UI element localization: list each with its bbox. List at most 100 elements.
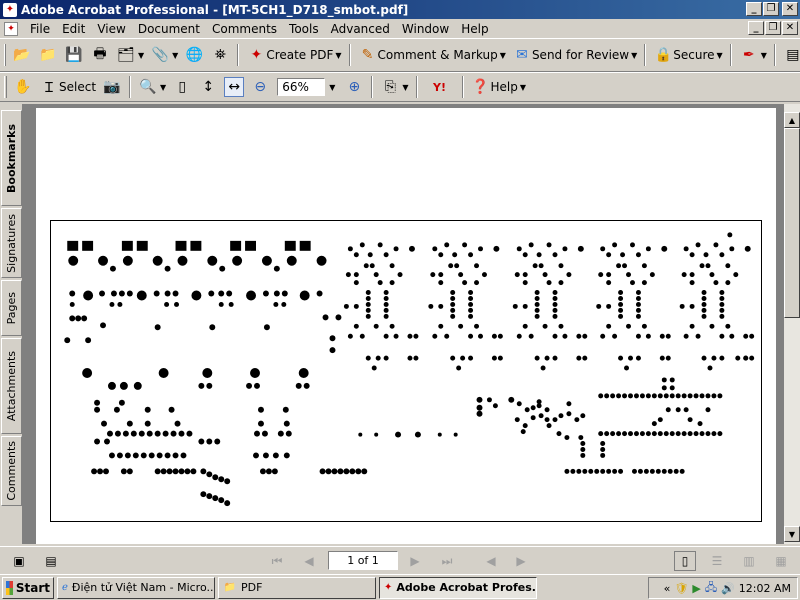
send-review-label: Send for Review: [531, 48, 630, 62]
toolbar-grip[interactable]: [4, 76, 7, 98]
tab-signatures[interactable]: Signatures: [1, 208, 22, 278]
scroll-up-icon[interactable]: ▲: [784, 112, 800, 128]
menu-view[interactable]: View: [91, 22, 131, 36]
comment-markup-label: Comment & Markup: [377, 48, 498, 62]
page-number-field[interactable]: 1 of 1: [328, 551, 398, 570]
actual-size-icon: ▯: [178, 79, 187, 95]
fit-page-button[interactable]: ↕: [195, 74, 221, 100]
secure-button[interactable]: 🔒 Secure ▼: [650, 42, 725, 68]
snapshot-tool-button[interactable]: 📷: [99, 74, 125, 100]
task-ie-window[interactable]: ℯ Điện tử Việt Nam - Micro...: [57, 576, 215, 599]
tasks-button[interactable]: 🗂 ▼: [113, 42, 147, 68]
actual-size-button[interactable]: ▯: [169, 74, 195, 100]
organizer-button[interactable]: 📁: [35, 42, 61, 68]
scrollbar-thumb[interactable]: [784, 128, 800, 318]
previous-view-icon[interactable]: ◀: [480, 551, 502, 571]
task-pdf-folder[interactable]: 📁 PDF: [218, 576, 376, 599]
hand-tool-button[interactable]: ✋: [10, 74, 36, 100]
close-button[interactable]: ✕: [782, 2, 798, 16]
text-cursor-icon: Ɪ: [45, 79, 53, 96]
menu-advanced[interactable]: Advanced: [325, 22, 396, 36]
zoom-input[interactable]: 66%: [277, 78, 326, 96]
print-button[interactable]: 🖶: [87, 42, 113, 68]
task-label: Điện tử Việt Nam - Micro...: [71, 581, 215, 594]
doc-close-button[interactable]: ✕: [782, 21, 798, 35]
tab-pages[interactable]: Pages: [1, 280, 22, 336]
first-page-icon[interactable]: ⏮: [266, 551, 288, 571]
doc-minimize-button[interactable]: _: [748, 21, 764, 35]
single-page-layout-icon[interactable]: ▯: [674, 551, 696, 571]
continuous-facing-layout-icon[interactable]: ▦: [770, 551, 792, 571]
facing-layout-icon[interactable]: ▥: [738, 551, 760, 571]
acrobat-app-icon[interactable]: ✦: [3, 2, 17, 17]
zoom-out-button[interactable]: ⊖: [247, 74, 273, 100]
basic-toolbar: ✋ Ɪ Select 📷 🔍 ▼ ▯ ↕ ↔ ⊖ 66% ▼ ⊕ ⎘ ▼ Y! …: [0, 72, 800, 102]
next-page-icon[interactable]: ▶: [404, 551, 426, 571]
attach-button[interactable]: 📎 ▼: [147, 42, 181, 68]
menu-comments[interactable]: Comments: [206, 22, 283, 36]
yahoo-search-button[interactable]: Y!: [422, 74, 458, 100]
shield-icon[interactable]: 🛡: [674, 582, 688, 595]
menu-help[interactable]: Help: [455, 22, 494, 36]
chevron-down-icon: ▼: [760, 50, 767, 60]
document-icon[interactable]: ✦: [4, 21, 18, 36]
help-button[interactable]: ❓ Help ▼: [468, 74, 530, 100]
select-tool-button[interactable]: Ɪ Select: [36, 74, 99, 100]
task-acrobat[interactable]: ✦ Adobe Acrobat Profes...: [379, 576, 537, 599]
continuous-layout-icon[interactable]: ☰: [706, 551, 728, 571]
save-button[interactable]: 💾: [61, 42, 87, 68]
zoom-in-icon: ⊕: [348, 79, 361, 95]
fit-width-button[interactable]: ↔: [221, 74, 247, 100]
rotate-pages-icon: ⎘: [384, 79, 396, 95]
chevron-down-icon: ▼: [402, 82, 409, 92]
pane-toggle-icon[interactable]: ▣: [8, 551, 30, 571]
title-bar: ✦ Adobe Acrobat Professional - [MT-5CH1_…: [0, 0, 800, 19]
tab-comments[interactable]: Comments: [1, 436, 22, 506]
restore-button[interactable]: ❐: [763, 2, 779, 16]
toolbar-grip[interactable]: [4, 44, 6, 66]
doc-restore-button[interactable]: ❐: [765, 21, 781, 35]
toolbar-separator: [729, 44, 732, 66]
search-button[interactable]: ⛯: [207, 42, 233, 68]
chevron-down-icon: ▼: [335, 50, 342, 60]
network-icon[interactable]: 🖧: [705, 579, 717, 598]
secure-label: Secure: [673, 48, 715, 62]
rotate-button[interactable]: ⎘ ▼: [377, 74, 411, 100]
toolbar-separator: [371, 76, 374, 98]
menu-file[interactable]: File: [24, 22, 56, 36]
create-pdf-label: Create PDF: [266, 48, 334, 62]
tab-bookmarks[interactable]: Bookmarks: [1, 110, 22, 206]
page-size-icon[interactable]: ▤: [40, 551, 62, 571]
zoom-tool-button[interactable]: 🔍 ▼: [135, 74, 169, 100]
tab-attachments[interactable]: Attachments: [1, 338, 22, 434]
menu-window[interactable]: Window: [396, 22, 455, 36]
last-page-icon[interactable]: ⏭: [436, 551, 458, 571]
play-icon[interactable]: ▶: [692, 582, 700, 595]
sign-button[interactable]: ✒ ▼: [736, 42, 770, 68]
open-button[interactable]: 📂: [9, 42, 35, 68]
vertical-scrollbar[interactable]: ▲ ▼: [784, 104, 800, 544]
system-tray: « 🛡 ▶ 🖧 🔊 12:02 AM: [648, 577, 798, 599]
tray-expand-icon[interactable]: «: [664, 582, 671, 595]
email-button[interactable]: 🌐: [181, 42, 207, 68]
zoom-out-icon: ⊖: [254, 79, 267, 95]
next-view-icon[interactable]: ▶: [510, 551, 532, 571]
send-review-button[interactable]: ✉ Send for Review ▼: [509, 42, 640, 68]
windows-logo-icon: [6, 580, 13, 595]
previous-page-icon[interactable]: ◀: [298, 551, 320, 571]
toolbar-separator: [237, 44, 240, 66]
toolbar-separator: [773, 44, 776, 66]
zoom-dropdown-chevron-icon[interactable]: ▼: [329, 83, 335, 92]
comment-markup-button[interactable]: ✎ Comment & Markup ▼: [355, 42, 509, 68]
volume-icon[interactable]: 🔊: [721, 582, 735, 595]
zoom-in-button[interactable]: ⊕: [341, 74, 367, 100]
scroll-down-icon[interactable]: ▼: [784, 526, 800, 542]
menu-tools[interactable]: Tools: [283, 22, 325, 36]
menu-document[interactable]: Document: [132, 22, 206, 36]
minimize-button[interactable]: _: [746, 2, 762, 16]
menu-edit[interactable]: Edit: [56, 22, 91, 36]
pen-icon: ✒: [742, 47, 755, 63]
start-button[interactable]: Start: [2, 576, 54, 599]
create-pdf-button[interactable]: ✦ Create PDF ▼: [243, 42, 344, 68]
forms-button[interactable]: ▤ ▼: [780, 42, 800, 68]
